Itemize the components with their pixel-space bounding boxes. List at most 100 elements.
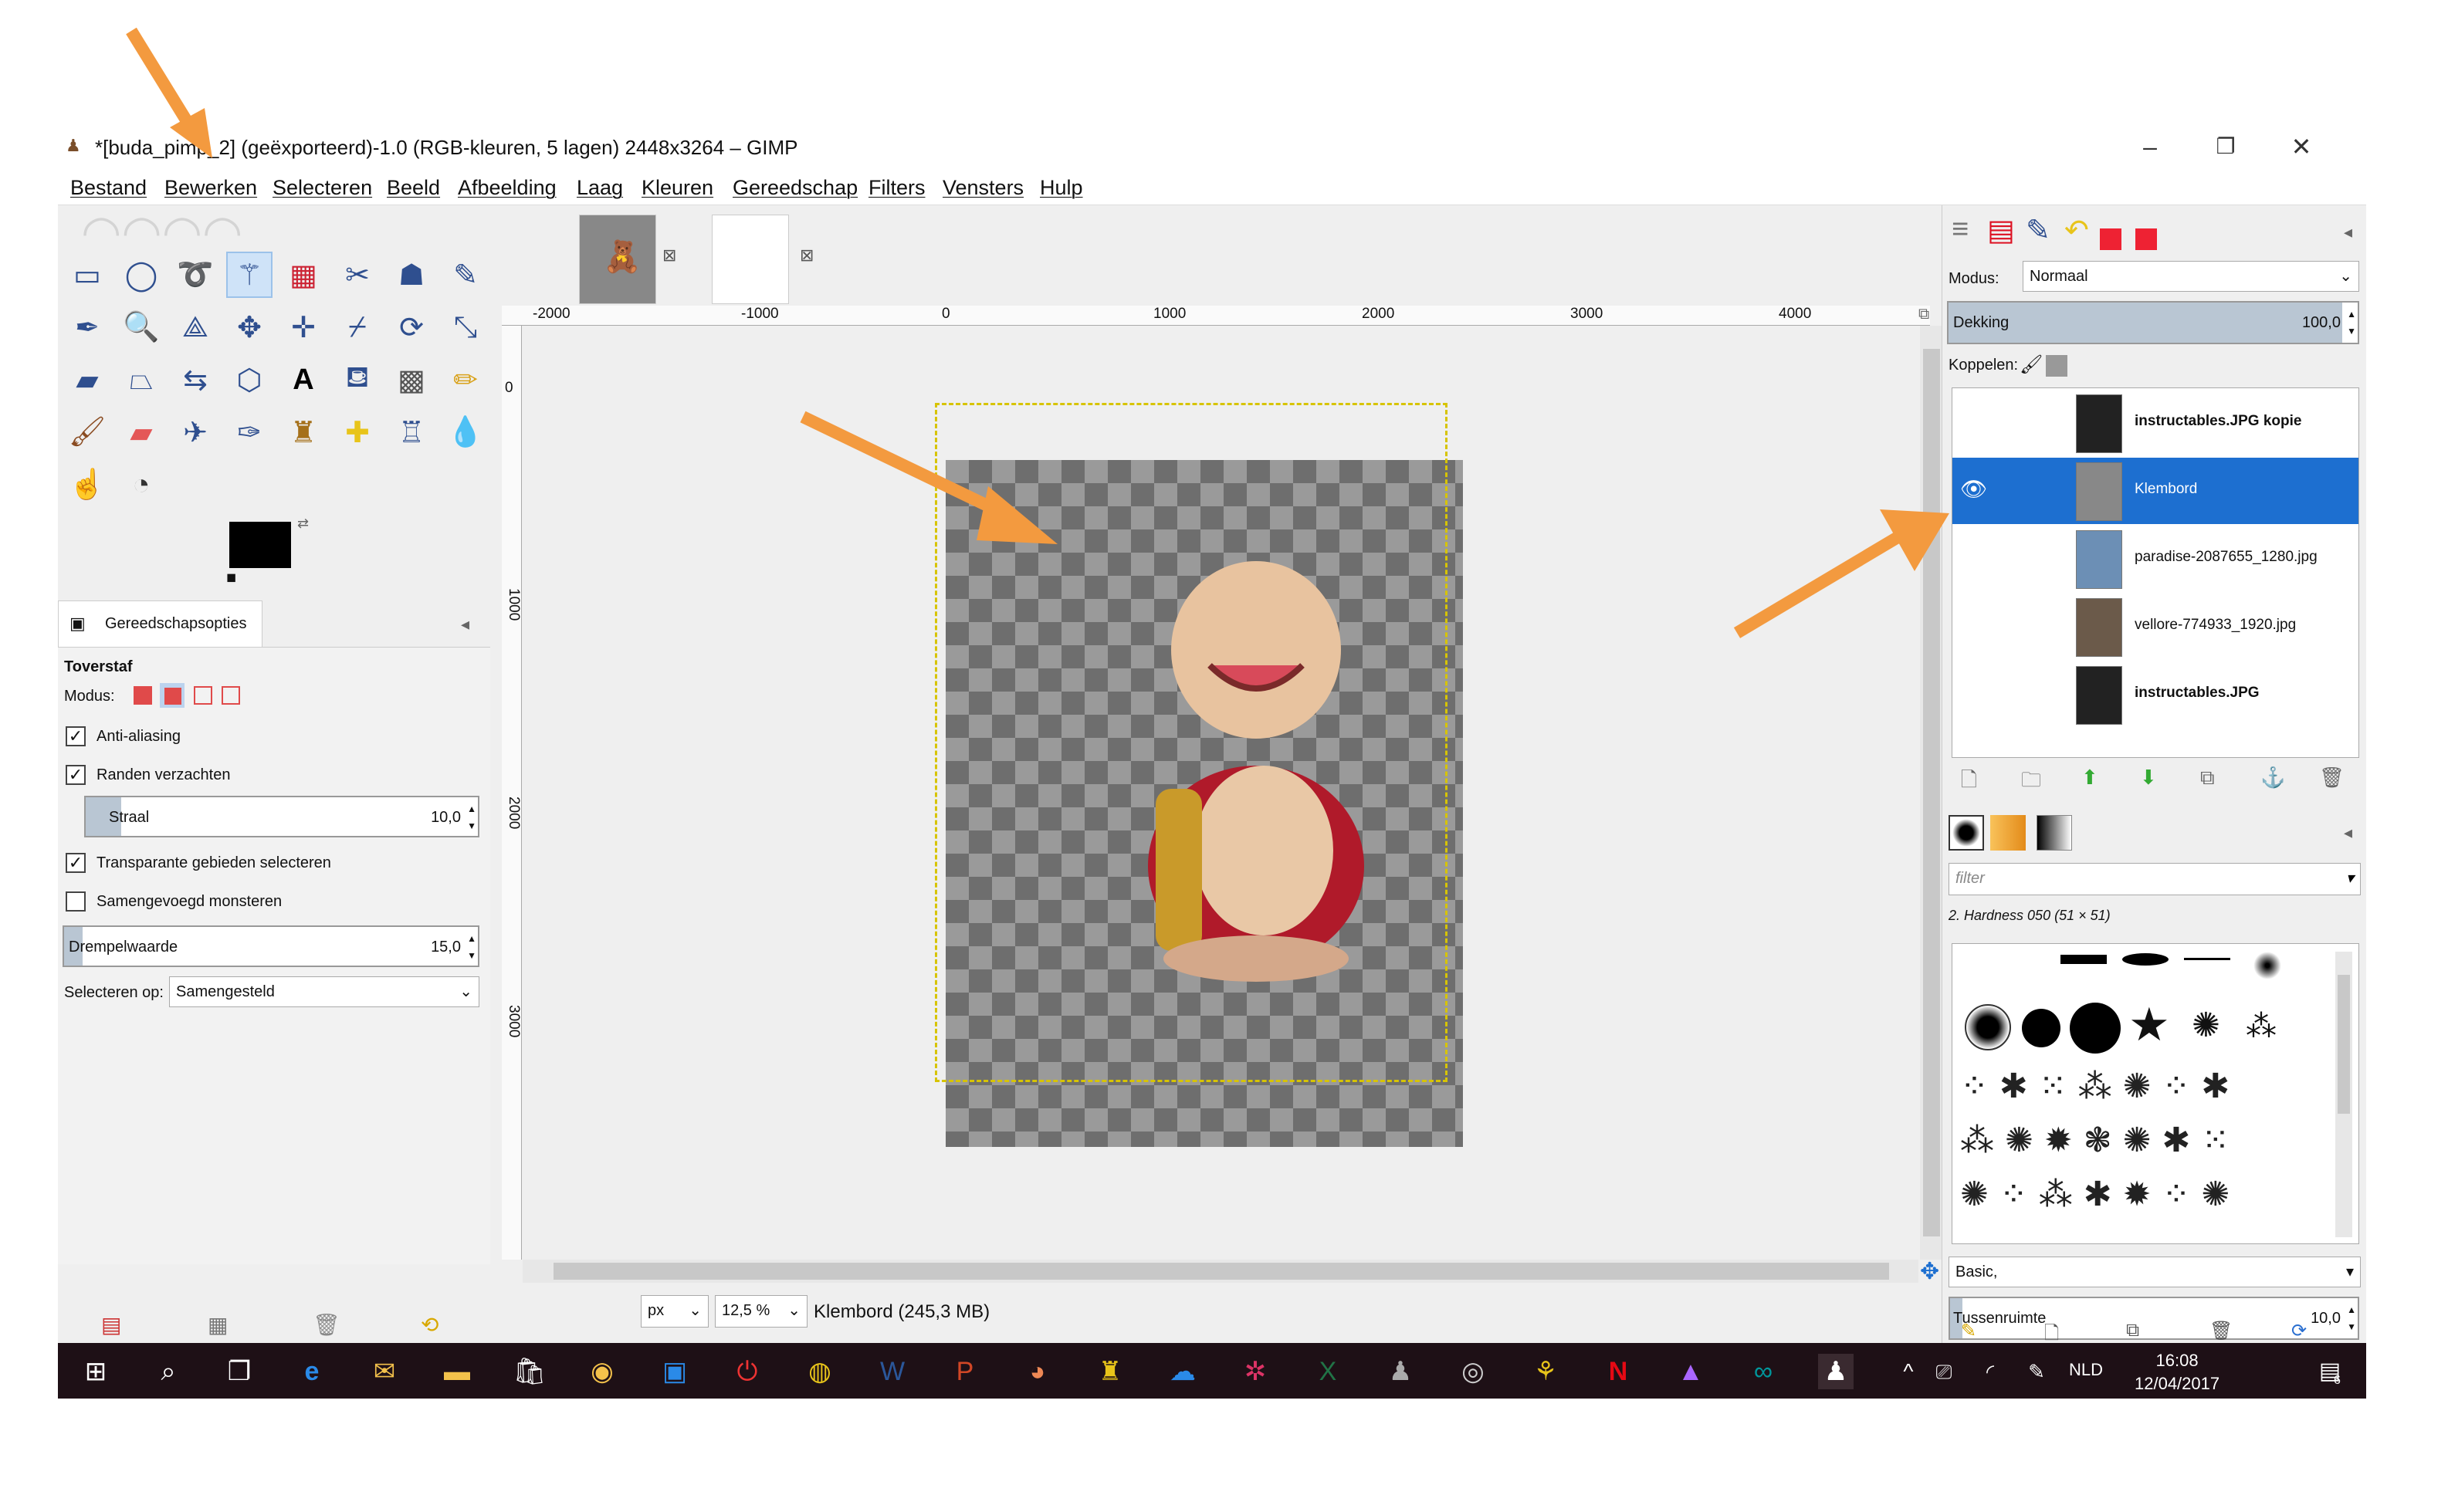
close-tab-icon[interactable]: ⊠ xyxy=(662,245,676,266)
channels-tab-icon[interactable]: ▤ xyxy=(1987,213,2015,248)
task-view-icon[interactable]: ❐ xyxy=(222,1354,257,1389)
powerpoint-icon[interactable]: P xyxy=(947,1354,983,1389)
blend-icon[interactable]: ▩ xyxy=(390,358,433,401)
menu-hulp[interactable]: Hulp xyxy=(1040,176,1083,200)
move-icon[interactable]: ✥ xyxy=(228,306,271,349)
menu-bestand[interactable]: Bestand xyxy=(70,176,147,200)
airbrush-icon[interactable]: ✈ xyxy=(174,411,217,454)
ellipse-select-icon[interactable]: ◯ xyxy=(120,253,163,296)
measure-icon[interactable]: ⟁ xyxy=(174,306,217,349)
brush-grid[interactable]: ★ ✺ ⁂ ⁘✱⁙⁂✺⁘✱ ⁂✺✹❃✺✱⁙ ✺⁘⁂✱✹⁘✺ xyxy=(1952,943,2359,1244)
layer-row[interactable]: instructables.JPG kopie xyxy=(1952,390,2358,456)
brush-tab-icon[interactable] xyxy=(2100,228,2121,250)
mail-app-icon[interactable]: ✉ xyxy=(367,1354,402,1389)
dodge-burn-icon[interactable]: ◔ xyxy=(120,463,163,506)
language-indicator[interactable]: NLD xyxy=(2069,1360,2103,1380)
start-icon[interactable]: ⊞ xyxy=(78,1354,113,1389)
chevron-up-icon[interactable]: ^ xyxy=(1891,1354,1926,1389)
mode-replace-icon[interactable] xyxy=(134,686,152,705)
menu-kleuren[interactable]: Kleuren xyxy=(642,176,713,200)
delete-layer-icon[interactable]: 🗑 xyxy=(2319,766,2345,790)
zoom-combo[interactable]: 12,5 % ⌄ xyxy=(715,1295,808,1328)
panel-menu-icon[interactable]: ◂ xyxy=(2344,222,2352,242)
spin-arrows-icon[interactable]: ▲ ▼ xyxy=(467,930,476,964)
brush-preset-combo[interactable]: Basic, ▾ xyxy=(1949,1257,2361,1287)
align-icon[interactable]: ✛ xyxy=(282,306,325,349)
brush-item[interactable] xyxy=(2253,952,2281,979)
rotate-icon[interactable]: ⟳ xyxy=(390,306,433,349)
app-icon[interactable]: ✲ xyxy=(1238,1354,1273,1389)
lower-layer-icon[interactable]: ⬇ xyxy=(2140,766,2157,790)
restore-button[interactable]: ❐ xyxy=(2203,130,2249,164)
duplicate-layer-icon[interactable]: ⧉ xyxy=(2200,766,2215,790)
vertical-scrollbar[interactable] xyxy=(1920,326,1943,1260)
cloud-icon[interactable]: ☁ xyxy=(1165,1354,1200,1389)
new-layer-icon[interactable]: 🗋 xyxy=(1961,766,1977,800)
netflix-icon[interactable]: N xyxy=(1600,1354,1636,1389)
mode-intersect-icon[interactable] xyxy=(222,686,240,705)
eye-icon[interactable]: 👁 xyxy=(1960,476,1988,502)
action-center-icon[interactable]: ▤ xyxy=(2312,1354,2348,1389)
layer-row-selected[interactable]: 👁 Klembord xyxy=(1952,458,2358,524)
clock[interactable]: 16:08 12/04/2017 xyxy=(2135,1349,2219,1395)
brushes-tab-icon[interactable] xyxy=(1949,815,1984,851)
network-icon[interactable]: ⎚ xyxy=(1926,1354,1962,1389)
wifi-icon[interactable]: ◜ xyxy=(1972,1354,2008,1389)
app-icon[interactable]: ⚘ xyxy=(1528,1354,1563,1389)
text-tool-icon[interactable]: A xyxy=(282,358,325,401)
spin-arrows-icon[interactable]: ▲ ▼ xyxy=(2347,306,2356,340)
mode-subtract-icon[interactable] xyxy=(194,686,212,705)
brush-item[interactable]: ⁂ xyxy=(2246,1009,2277,1044)
spin-arrows-icon[interactable]: ▲ ▼ xyxy=(467,800,476,834)
flip-icon[interactable]: ⇆ xyxy=(174,358,217,401)
fuzzy-select-icon[interactable]: ⚚ xyxy=(226,252,273,298)
clone-icon[interactable]: ♜ xyxy=(282,411,325,454)
ink-icon[interactable]: ✑ xyxy=(228,411,271,454)
navigation-icon[interactable]: ✥ xyxy=(1920,1258,1939,1285)
lock-pixels-icon[interactable]: 🖌 xyxy=(2020,353,2043,376)
app-icon[interactable]: ◉ xyxy=(584,1354,620,1389)
brush-star[interactable]: ★ xyxy=(2128,998,2170,1052)
close-tab-icon[interactable]: ⊠ xyxy=(800,245,814,266)
pencil-icon[interactable]: ✏ xyxy=(444,358,487,401)
brush-item[interactable] xyxy=(2184,958,2230,960)
paths-tab-icon[interactable]: ✎ xyxy=(2026,213,2050,248)
arduino-icon[interactable]: ∞ xyxy=(1745,1354,1781,1389)
threshold-spinner[interactable]: Drempelwaarde 15,0 ▲ ▼ xyxy=(63,925,479,967)
word-icon[interactable]: W xyxy=(875,1354,910,1389)
layer-row[interactable]: paradise-2087655_1280.jpg xyxy=(1952,526,2358,592)
new-group-icon[interactable]: 🗀 xyxy=(2021,766,2041,800)
smudge-icon[interactable]: ☝ xyxy=(66,463,109,506)
brush-item[interactable]: ✺ xyxy=(2192,1006,2220,1045)
perspective-clone-icon[interactable]: ♖ xyxy=(390,411,433,454)
menu-vensters[interactable]: Vensters xyxy=(943,176,1024,200)
app-icon[interactable]: ◎ xyxy=(1455,1354,1491,1389)
foreground-select-icon[interactable]: ☗ xyxy=(390,253,433,296)
image-tab-buda[interactable]: 🧸 xyxy=(579,215,656,304)
opacity-spinner[interactable]: Dekking 100,0 ▲ ▼ xyxy=(1947,301,2359,344)
power-app-icon[interactable]: ⏻ xyxy=(730,1354,765,1389)
paintbrush-icon[interactable]: 🖌 xyxy=(66,411,109,454)
foreground-color-swatch[interactable] xyxy=(229,522,291,568)
brush-textures[interactable]: ⁘✱⁙⁂✺⁘✱ ⁂✺✹❃✺✱⁙ ✺⁘⁂✱✹⁘✺ xyxy=(1960,1060,2315,1237)
mode-add-icon[interactable] xyxy=(160,683,185,708)
cage-transform-icon[interactable]: ⬡ xyxy=(228,358,271,401)
brush-item[interactable] xyxy=(2070,1003,2121,1054)
reset-options-icon[interactable]: ⟲ xyxy=(421,1312,438,1338)
crop-icon[interactable]: ⌿ xyxy=(336,306,379,349)
radius-spinner[interactable]: Straal 10,0 ▲ ▼ xyxy=(84,796,479,837)
layer-row[interactable]: instructables.JPG xyxy=(1952,661,2358,728)
brush-item[interactable] xyxy=(2060,955,2107,964)
edge-icon[interactable]: e xyxy=(294,1354,330,1389)
layer-mode-combo[interactable]: Normaal ⌄ xyxy=(2023,261,2359,292)
patterns-tab-icon[interactable] xyxy=(1990,815,2026,851)
navigate-icon[interactable]: ⧉ xyxy=(1918,306,1929,323)
image-canvas[interactable] xyxy=(523,326,1918,1260)
close-button[interactable]: ✕ xyxy=(2278,130,2324,164)
scissors-select-icon[interactable]: ✂ xyxy=(336,253,379,296)
eraser-icon[interactable]: ▰ xyxy=(120,411,163,454)
zoom-icon[interactable]: 🔍 xyxy=(120,306,163,349)
brush-hardness-050[interactable] xyxy=(1965,1004,2011,1050)
menu-bewerken[interactable]: Bewerken xyxy=(164,176,257,200)
delete-brush-icon[interactable]: 🗑 xyxy=(2209,1320,2233,1342)
